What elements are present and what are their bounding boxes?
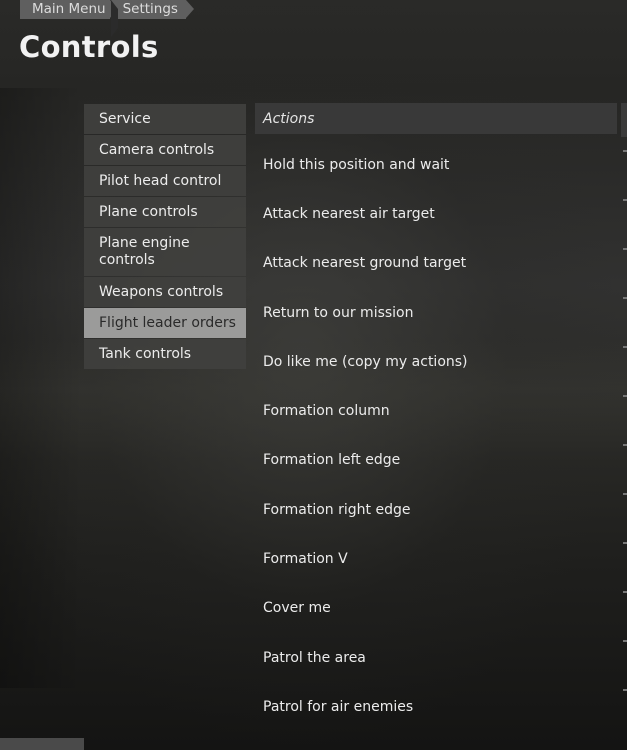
- breadcrumb-separator: [110, 0, 118, 37]
- action-return-to-mission[interactable]: Return to our mission: [255, 288, 617, 337]
- breadcrumb-settings[interactable]: Settings: [110, 0, 195, 19]
- page-title: Controls: [19, 30, 159, 64]
- actions-header: Actions: [255, 103, 617, 134]
- action-attack-ground-target[interactable]: Attack nearest ground target: [255, 239, 617, 288]
- action-cover-me[interactable]: Cover me: [255, 584, 617, 633]
- breadcrumb: Main Menu Settings: [20, 0, 195, 37]
- sidebar-item-flight-leader-orders[interactable]: Flight leader orders: [84, 308, 246, 338]
- sidebar-item-tank-controls[interactable]: Tank controls: [84, 339, 246, 369]
- action-patrol-area[interactable]: Patrol the area: [255, 633, 617, 682]
- breadcrumb-main-menu[interactable]: Main Menu: [20, 0, 117, 19]
- action-attack-air-target[interactable]: Attack nearest air target: [255, 189, 617, 238]
- sidebar: Service Camera controls Pilot head contr…: [84, 104, 246, 370]
- action-do-like-me[interactable]: Do like me (copy my actions): [255, 337, 617, 386]
- sidebar-item-plane-controls[interactable]: Plane controls: [84, 197, 246, 227]
- key-column-header: [621, 103, 627, 137]
- action-patrol-air-enemies[interactable]: Patrol for air enemies: [255, 682, 617, 731]
- bottom-tab[interactable]: [0, 738, 84, 750]
- action-formation-right-edge[interactable]: Formation right edge: [255, 485, 617, 534]
- sidebar-item-plane-engine-controls[interactable]: Plane engine controls: [84, 228, 246, 276]
- action-hold-position[interactable]: Hold this position and wait: [255, 140, 617, 189]
- key-column-edge: [623, 150, 627, 738]
- sidebar-item-service[interactable]: Service: [84, 104, 246, 134]
- background-shade: [0, 88, 82, 688]
- action-formation-left-edge[interactable]: Formation left edge: [255, 436, 617, 485]
- sidebar-item-camera-controls[interactable]: Camera controls: [84, 135, 246, 165]
- action-formation-column[interactable]: Formation column: [255, 386, 617, 435]
- sidebar-item-pilot-head-control[interactable]: Pilot head control: [84, 166, 246, 196]
- action-formation-v[interactable]: Formation V: [255, 534, 617, 583]
- sidebar-item-weapons-controls[interactable]: Weapons controls: [84, 277, 246, 307]
- actions-panel: Actions Hold this position and wait Atta…: [255, 103, 617, 732]
